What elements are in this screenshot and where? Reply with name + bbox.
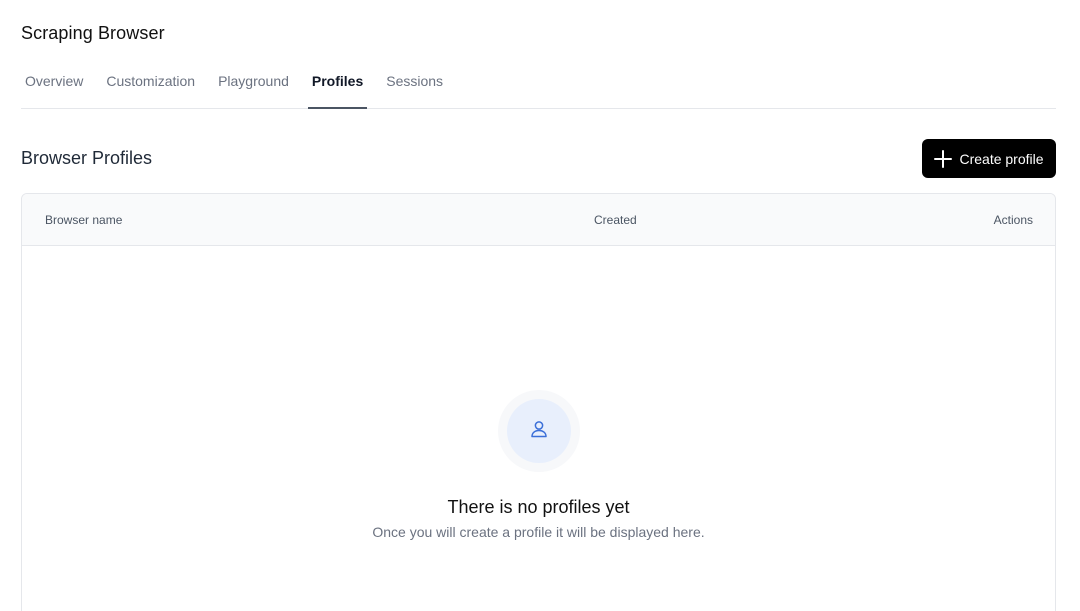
- tab-overview[interactable]: Overview: [21, 62, 87, 108]
- empty-state-icon-container: [497, 390, 580, 472]
- tab-customization[interactable]: Customization: [102, 62, 199, 108]
- create-profile-button[interactable]: Create profile: [922, 139, 1056, 178]
- tab-sessions[interactable]: Sessions: [382, 62, 447, 108]
- app-title: Scraping Browser: [21, 23, 165, 43]
- column-header-actions: Actions: [993, 213, 1033, 227]
- empty-state-subtitle: Once you will create a profile it will b…: [372, 524, 705, 540]
- page: Scraping Browser Overview Customization …: [0, 0, 1080, 611]
- column-header-created[interactable]: Created: [594, 213, 637, 227]
- tab-profiles[interactable]: Profiles: [307, 62, 368, 109]
- tab-playground[interactable]: Playground: [214, 62, 293, 108]
- empty-state: There is no profiles yet Once you will c…: [22, 390, 1055, 540]
- tab-bar: Overview Customization Playground Profil…: [21, 62, 1056, 109]
- section-title: Browser Profiles: [21, 148, 153, 168]
- column-header-browser-name[interactable]: Browser name: [45, 213, 122, 227]
- create-profile-label: Create profile: [959, 150, 1044, 167]
- table-header: Browser name Created Actions: [22, 194, 1055, 246]
- profiles-table: Browser name Created Actions There is no…: [21, 193, 1056, 611]
- user-icon: [529, 419, 549, 444]
- empty-state-title: There is no profiles yet: [447, 497, 630, 517]
- plus-icon: [934, 149, 953, 168]
